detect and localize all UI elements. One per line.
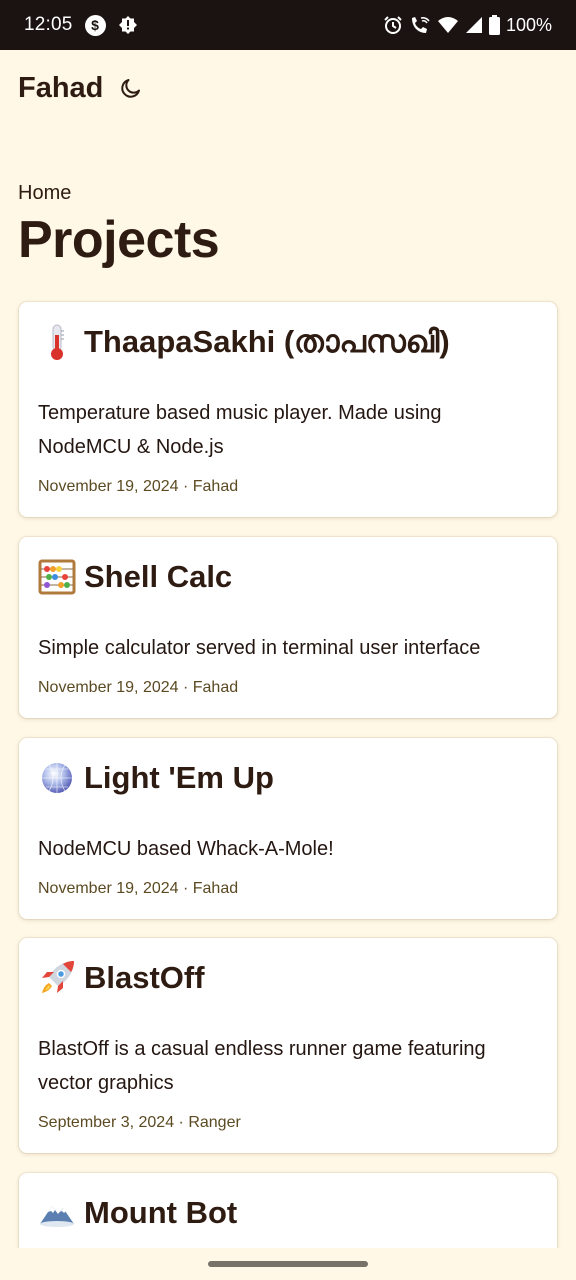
project-author: Ranger [188,1114,241,1131]
page-title: Projects [18,211,220,269]
home-gesture-bar[interactable] [208,1261,368,1267]
project-description: NodeMCU based Whack-A-Mole! [38,838,334,860]
project-title[interactable]: ThaapaSakhi (താപസഖി) [84,324,450,361]
meta-separator: · [178,478,193,495]
abacus-icon [38,558,76,596]
project-title[interactable]: BlastOff [84,960,205,996]
thermometer-icon [38,323,76,361]
project-description: Simple calculator served in terminal use… [38,637,481,659]
site-title[interactable]: Fahad [18,72,103,105]
project-meta: November 19, 2024 · Fahad [38,880,538,898]
project-card[interactable]: Shell Calc Simple calculator served in t… [19,537,557,718]
project-meta: November 19, 2024 · Fahad [38,679,538,697]
project-date: November 19, 2024 [38,478,179,495]
project-description: BlastOff is a casual endless runner game… [38,1038,486,1094]
project-card[interactable]: Mount Bot [19,1173,557,1248]
project-date: November 19, 2024 [38,679,179,696]
project-author: Fahad [192,880,239,897]
project-card[interactable]: ThaapaSakhi (താപസഖി) Temperature based m… [19,302,557,517]
project-title[interactable]: Light 'Em Up [84,760,274,796]
project-card[interactable]: BlastOff BlastOff is a casual endless ru… [19,938,557,1153]
project-title[interactable]: Mount Bot [84,1195,237,1231]
project-date: November 19, 2024 [38,880,179,897]
meta-separator: · [178,880,193,897]
page-content[interactable]: Fahad Home Projects ThaapaSakhi (താപസഖി)… [0,0,576,1248]
site-header: Fahad [18,68,145,108]
snow-mountain-icon [38,1194,76,1232]
meta-separator: · [178,679,193,696]
project-meta: November 19, 2024 · Fahad [38,478,538,496]
project-date: September 3, 2024 [38,1114,175,1131]
project-card[interactable]: Light 'Em Up NodeMCU based Whack-A-Mole!… [19,738,557,919]
project-author: Fahad [192,679,239,696]
mirror-ball-icon [38,759,76,797]
project-title[interactable]: Shell Calc [84,559,232,595]
meta-separator: · [174,1114,189,1131]
breadcrumb-home[interactable]: Home [18,182,71,205]
moon-icon [121,79,141,98]
rocket-icon [38,959,76,997]
project-author: Fahad [192,478,239,495]
theme-toggle-button[interactable] [117,74,145,102]
project-meta: September 3, 2024 · Ranger [38,1114,538,1132]
project-description: Temperature based music player. Made usi… [38,402,442,458]
